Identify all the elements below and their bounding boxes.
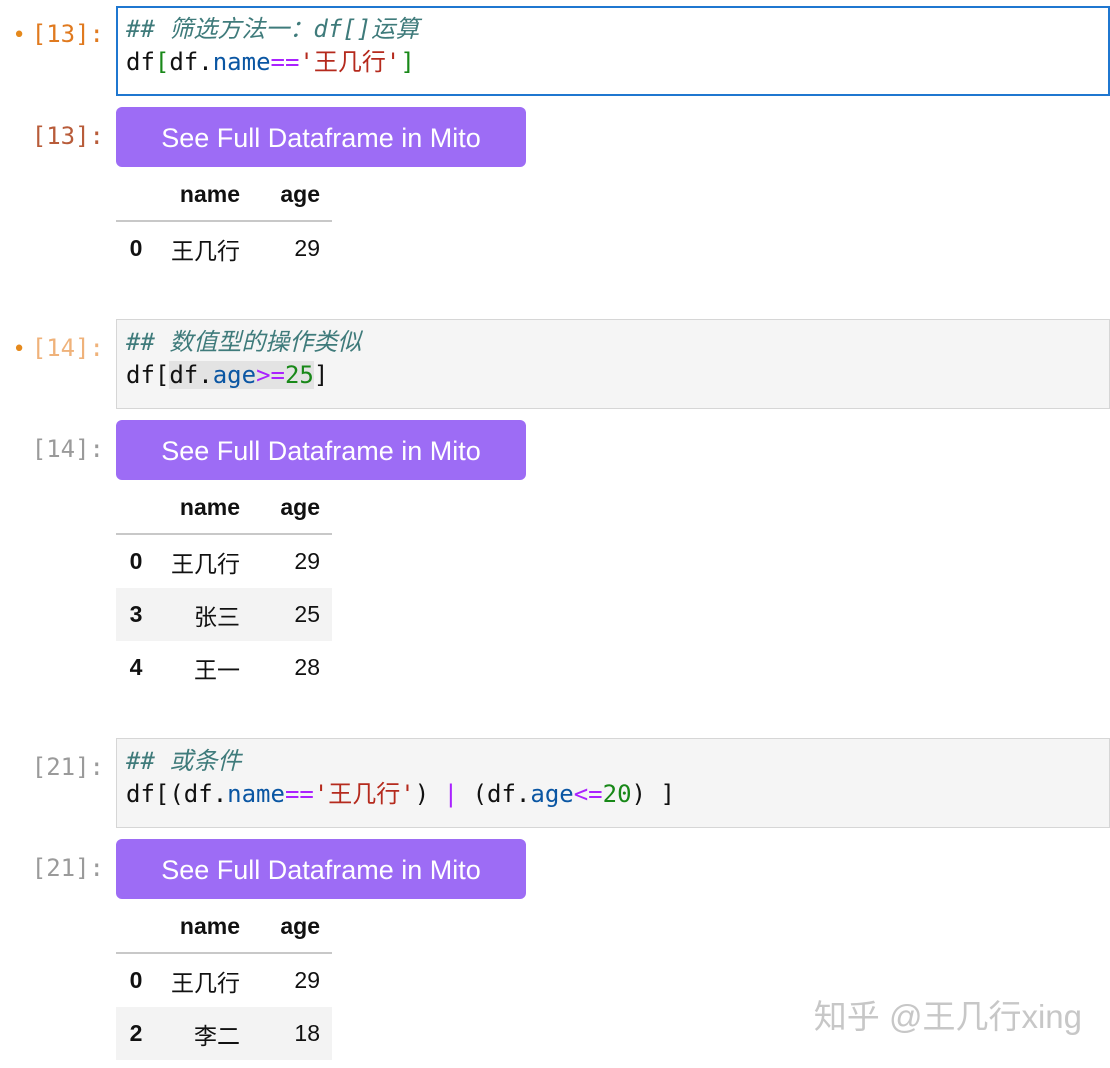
column-header-name: name	[179, 180, 240, 207]
row-index: 0	[129, 235, 143, 261]
cell-age: 29	[294, 235, 320, 261]
row-index: 3	[129, 601, 143, 627]
cell-age: 29	[294, 548, 320, 574]
cell-name: 张三	[194, 603, 240, 630]
output-prompt-14: [14]:	[31, 435, 104, 463]
input-prompt-13: • [13]:	[12, 20, 105, 48]
table-row: 4 王一 28	[116, 641, 332, 694]
row-index: 4	[129, 654, 143, 680]
code-comment: ## 筛选方法一：df[]运算	[126, 15, 420, 43]
code-line: df[df.name=='王几行']	[126, 48, 415, 76]
table-row: 0 王几行 29	[116, 953, 332, 1007]
table-row: 0 王几行 29	[116, 221, 332, 275]
column-header-name: name	[179, 912, 240, 939]
output-prompt-13: [13]:	[31, 122, 104, 150]
column-header-name: name	[179, 493, 240, 520]
input-prompt-21: [21]:	[31, 753, 104, 781]
code-cell-14[interactable]: ## 数值型的操作类似 df[df.age>=25]	[116, 319, 1110, 409]
code-cell-21[interactable]: ## 或条件 df[(df.name=='王几行') | (df.age<=20…	[116, 738, 1110, 828]
column-header-age: age	[280, 912, 320, 939]
code-line: df[(df.name=='王几行') | (df.age<=20) ]	[126, 780, 675, 808]
cell-name: 王几行	[171, 237, 240, 264]
table-row: 2 李二 18	[116, 1007, 332, 1060]
cell-name: 王几行	[171, 969, 240, 996]
cell-age: 18	[294, 1020, 320, 1046]
modified-dot-icon: •	[12, 337, 26, 362]
see-full-dataframe-button[interactable]: See Full Dataframe in Mito	[116, 107, 526, 167]
table-row: 3 张三 25	[116, 588, 332, 641]
dataframe-table: name age 0 王几行 29 2 李二 18	[116, 900, 332, 1060]
modified-dot-icon: •	[12, 23, 26, 48]
column-header-age: age	[280, 493, 320, 520]
code-comment: ## 数值型的操作类似	[126, 328, 362, 356]
cell-age: 25	[294, 601, 320, 627]
input-prompt-14: • [14]:	[12, 334, 105, 362]
row-index: 2	[129, 1020, 143, 1046]
column-header-age: age	[280, 180, 320, 207]
output-prompt-21: [21]:	[31, 854, 104, 882]
code-line: df[df.age>=25]	[126, 361, 329, 389]
row-index: 0	[129, 967, 143, 993]
cell-name: 王几行	[171, 550, 240, 577]
table-row: 0 王几行 29	[116, 534, 332, 588]
cell-name: 王一	[194, 656, 240, 683]
cell-name: 李二	[194, 1022, 240, 1049]
cell-age: 29	[294, 967, 320, 993]
cell-age: 28	[294, 654, 320, 680]
see-full-dataframe-button[interactable]: See Full Dataframe in Mito	[116, 420, 526, 480]
watermark: 知乎 @王几行xing	[813, 998, 1082, 1035]
code-comment: ## 或条件	[126, 747, 242, 775]
dataframe-table: name age 0 王几行 29	[116, 168, 332, 275]
row-index: 0	[129, 548, 143, 574]
code-cell-13[interactable]: ## 筛选方法一：df[]运算 df[df.name=='王几行']	[116, 6, 1110, 96]
see-full-dataframe-button[interactable]: See Full Dataframe in Mito	[116, 839, 526, 899]
dataframe-table: name age 0 王几行 29 3 张三 25 4 王一 28	[116, 481, 332, 694]
